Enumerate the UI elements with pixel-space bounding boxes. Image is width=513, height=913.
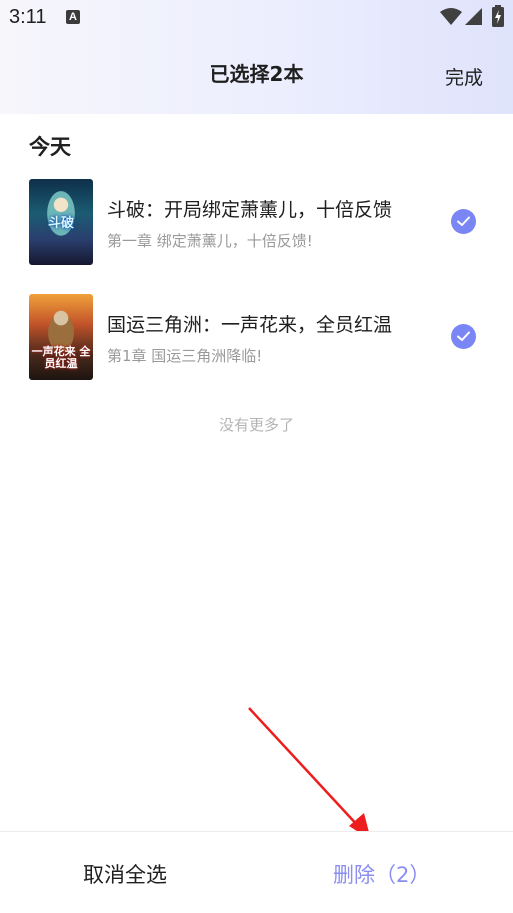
book-chapter: 第一章 绑定萧薰儿，十倍反馈! [107, 232, 313, 250]
checkmark-icon[interactable] [451, 209, 476, 234]
signal-icon [465, 8, 482, 25]
no-more-text: 没有更多了 [218, 416, 294, 434]
cancel-select-all-button[interactable]: 取消全选 [83, 859, 167, 889]
book-title: 斗破：开局绑定萧薰儿，十倍反馈 [107, 199, 393, 221]
book-cover: 斗破 [29, 179, 93, 265]
a-icon: A [66, 10, 80, 24]
bottom-action-bar: 取消全选 删除（2） [0, 831, 513, 913]
wifi-icon [440, 8, 462, 25]
section-title-today: 今天 [29, 135, 71, 159]
book-list-item[interactable]: 斗破 斗破：开局绑定萧薰儿，十倍反馈 第一章 绑定萧薰儿，十倍反馈! [0, 179, 513, 271]
annotation-arrow-icon [248, 707, 371, 840]
delete-button[interactable]: 删除（2） [333, 859, 430, 889]
book-cover: 一声花来 全员红温 [29, 294, 93, 380]
book-chapter: 第1章 国运三角洲降临! [107, 347, 263, 365]
book-cover-text: 斗破 [47, 216, 74, 231]
done-button[interactable]: 完成 [445, 63, 483, 90]
page-title: 已选择2本 [209, 62, 304, 86]
book-list-item[interactable]: 一声花来 全员红温 国运三角洲：一声花来，全员红温 第1章 国运三角洲降临! [0, 294, 513, 386]
book-cover-text: 一声花来 全员红温 [31, 345, 91, 370]
book-title: 国运三角洲：一声花来，全员红温 [107, 314, 393, 336]
status-bar: 3:11 A [0, 0, 513, 36]
status-time: 3:11 [9, 6, 47, 28]
battery-icon [492, 5, 504, 27]
checkmark-icon[interactable] [451, 324, 476, 349]
